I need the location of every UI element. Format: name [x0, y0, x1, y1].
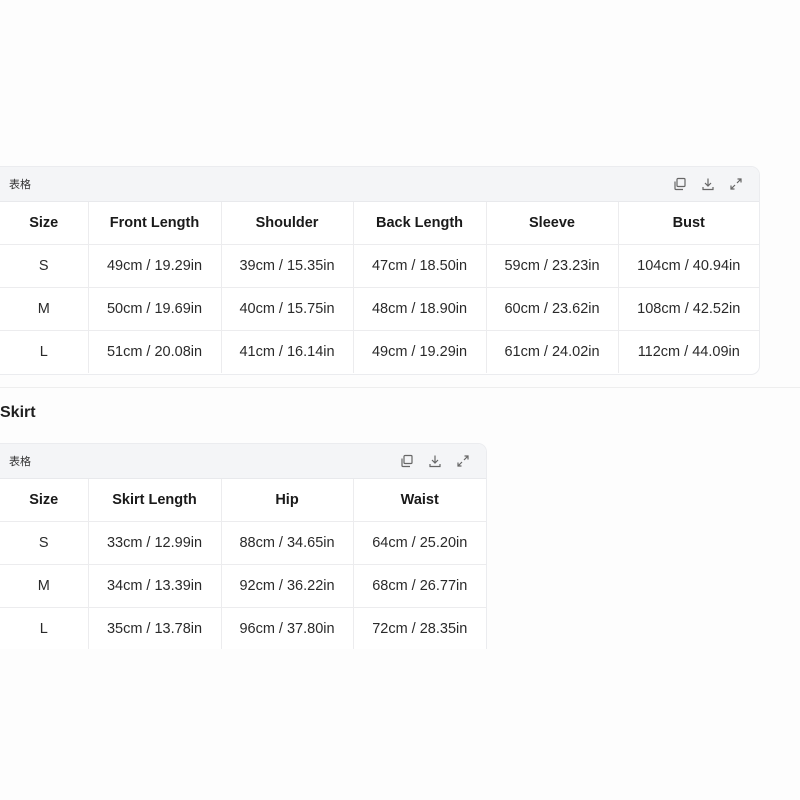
column-header: Front Length	[88, 202, 222, 245]
size-table-card: 表格 Size Front Length Shoulder Back Lengt…	[0, 166, 760, 375]
table-cell: 60cm / 23.62in	[486, 287, 619, 331]
column-header: Bust	[618, 202, 759, 245]
table-tools	[671, 175, 745, 193]
column-header: Hip	[221, 479, 354, 522]
column-header: Shoulder	[221, 202, 354, 245]
table-toolbar: 表格	[0, 167, 759, 202]
table-cell: 112cm / 44.09in	[637, 344, 740, 360]
table-cell: 47cm / 18.50in	[353, 244, 487, 288]
table-cell: 39cm / 15.35in	[221, 244, 354, 288]
section-title: Skirt	[0, 404, 36, 421]
column-header: Back Length	[353, 202, 487, 245]
table-cell: 104cm / 40.94in	[618, 244, 759, 288]
table-cell: 68cm / 26.77in	[353, 564, 486, 608]
column-header: Size	[0, 202, 89, 245]
table-cell: S	[0, 244, 89, 288]
copy-icon[interactable]	[671, 175, 689, 193]
table-header-row: Size Front Length Shoulder Back Length S…	[0, 202, 759, 245]
table-toolbar: 表格	[0, 444, 486, 479]
size-table: Size Front Length Shoulder Back Length S…	[0, 202, 759, 373]
table-row: S 33cm / 12.99in 88cm / 34.65in 64cm / 2…	[0, 521, 486, 565]
table-cell: 49cm / 19.29in	[353, 330, 487, 373]
table-cell: 61cm / 24.02in	[486, 330, 619, 373]
table-cell: 59cm / 23.23in	[486, 244, 619, 288]
expand-icon[interactable]	[727, 175, 745, 193]
table-label: 表格	[9, 455, 31, 468]
table-label: 表格	[9, 178, 31, 191]
expand-icon[interactable]	[454, 452, 472, 470]
table-cell: 35cm / 13.78in	[88, 607, 222, 649]
table-cell: 50cm / 19.69in	[88, 287, 222, 331]
table-cell: 48cm / 18.90in	[353, 287, 487, 331]
table-cell: 41cm / 16.14in	[221, 330, 354, 373]
table-row: S 49cm / 19.29in 39cm / 15.35in 47cm / 1…	[0, 244, 759, 288]
table-cell: 40cm / 15.75in	[221, 287, 354, 331]
table-cell: 64cm / 25.20in	[353, 521, 486, 565]
section-divider	[0, 387, 800, 388]
table-cell: S	[0, 521, 89, 565]
download-icon[interactable]	[699, 175, 717, 193]
copy-icon[interactable]	[398, 452, 416, 470]
table-row: M 34cm / 13.39in 92cm / 36.22in 68cm / 2…	[0, 564, 486, 608]
table-cell: 96cm / 37.80in	[221, 607, 354, 649]
column-header: Size	[0, 479, 89, 522]
column-header: Waist	[353, 479, 486, 522]
table-cell: 51cm / 20.08in	[88, 330, 222, 373]
table-row: M 50cm / 19.69in 40cm / 15.75in 48cm / 1…	[0, 287, 759, 331]
table-cell: 33cm / 12.99in	[88, 521, 222, 565]
table-cell: 88cm / 34.65in	[221, 521, 354, 565]
skirt-size-table: Size Skirt Length Hip Waist S 33cm / 12.…	[0, 479, 486, 649]
table-cell: 34cm / 13.39in	[88, 564, 222, 608]
table-tools	[398, 452, 472, 470]
column-header: Sleeve	[486, 202, 619, 245]
skirt-table-card: 表格 Size Skirt Length Hip Waist S 33cm / …	[0, 443, 487, 649]
table-cell: M	[0, 287, 89, 331]
table-row: L 51cm / 20.08in 41cm / 16.14in 49cm / 1…	[0, 330, 759, 373]
table-cell: L	[0, 330, 89, 373]
table-header-row: Size Skirt Length Hip Waist	[0, 479, 486, 522]
table-cell: 72cm / 28.35in	[372, 621, 468, 637]
table-row: L 35cm / 13.78in 96cm / 37.80in 72cm / 2…	[0, 607, 486, 649]
column-header: Skirt Length	[88, 479, 222, 522]
download-icon[interactable]	[426, 452, 444, 470]
table-cell: 49cm / 19.29in	[88, 244, 222, 288]
table-cell: M	[0, 564, 89, 608]
table-cell: 92cm / 36.22in	[221, 564, 354, 608]
table-cell: L	[0, 607, 89, 649]
table-cell: 108cm / 42.52in	[618, 287, 759, 331]
